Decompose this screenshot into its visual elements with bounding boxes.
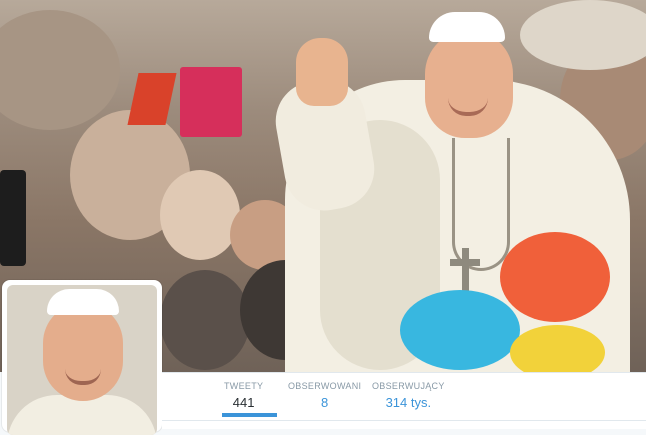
pectoral-cross-icon xyxy=(450,248,480,292)
yellow-feathers xyxy=(510,325,605,372)
phone-shape xyxy=(0,170,26,266)
stat-following[interactable]: OBSERWOWANI 8 xyxy=(288,381,361,410)
divider xyxy=(162,420,646,421)
orange-feathers xyxy=(500,232,610,322)
active-tab-indicator xyxy=(222,413,277,417)
stat-followers[interactable]: OBSERWUJĄCY 314 tys. xyxy=(372,381,445,410)
profile-stats-nav: TWEETY 441 OBSERWOWANI 8 OBSERWUJĄCY 314… xyxy=(162,372,646,429)
flag-shape xyxy=(127,73,177,125)
stat-tweets[interactable]: TWEETY 441 xyxy=(224,381,263,410)
stat-label: TWEETY xyxy=(224,381,264,391)
avatar-face xyxy=(43,303,123,401)
tablet-shape xyxy=(180,67,242,137)
avatar-cap xyxy=(47,289,119,315)
blue-feathers xyxy=(400,290,520,370)
waving-hand xyxy=(296,38,348,106)
stat-label: OBSERWOWANI xyxy=(288,381,362,391)
stat-label: OBSERWUJĄCY xyxy=(372,381,445,391)
face xyxy=(425,30,513,138)
stat-value: 441 xyxy=(232,395,255,410)
avatar[interactable] xyxy=(7,285,157,435)
stat-value: 8 xyxy=(321,395,329,410)
stat-value: 314 tys. xyxy=(385,395,432,410)
avatar-robe xyxy=(7,395,157,435)
zucchetto-cap xyxy=(429,12,505,42)
